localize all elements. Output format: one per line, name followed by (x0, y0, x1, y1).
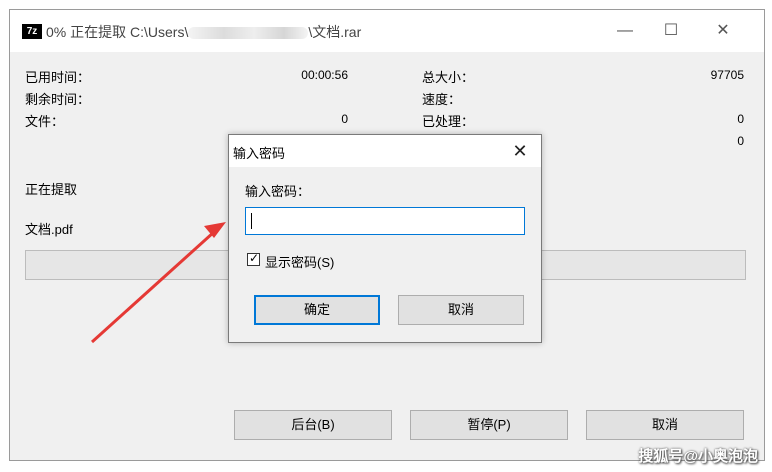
password-dialog: 输入密码 ✕ 输入密码： ✓ 显示密码(S) 确定 取消 (228, 134, 542, 343)
dialog-title: 输入密码 (233, 146, 286, 161)
password-input[interactable] (245, 207, 525, 235)
show-password-checkbox[interactable]: ✓ (247, 251, 260, 266)
dialog-close-icon[interactable]: ✕ (505, 137, 535, 165)
dialog-title-bar: 输入密码 ✕ (229, 135, 541, 167)
ok-button[interactable]: 确定 (254, 295, 380, 325)
password-label: 输入密码： (245, 184, 311, 199)
arrow-shaft (90, 230, 216, 344)
text-cursor (251, 213, 252, 229)
show-password-label[interactable]: 显示密码(S) (265, 252, 334, 271)
checkmark-icon: ✓ (249, 251, 260, 265)
arrow-head (204, 222, 226, 238)
dialog-cancel-button[interactable]: 取消 (398, 295, 524, 325)
watermark: 搜狐号@小奥泡泡 (638, 448, 758, 465)
